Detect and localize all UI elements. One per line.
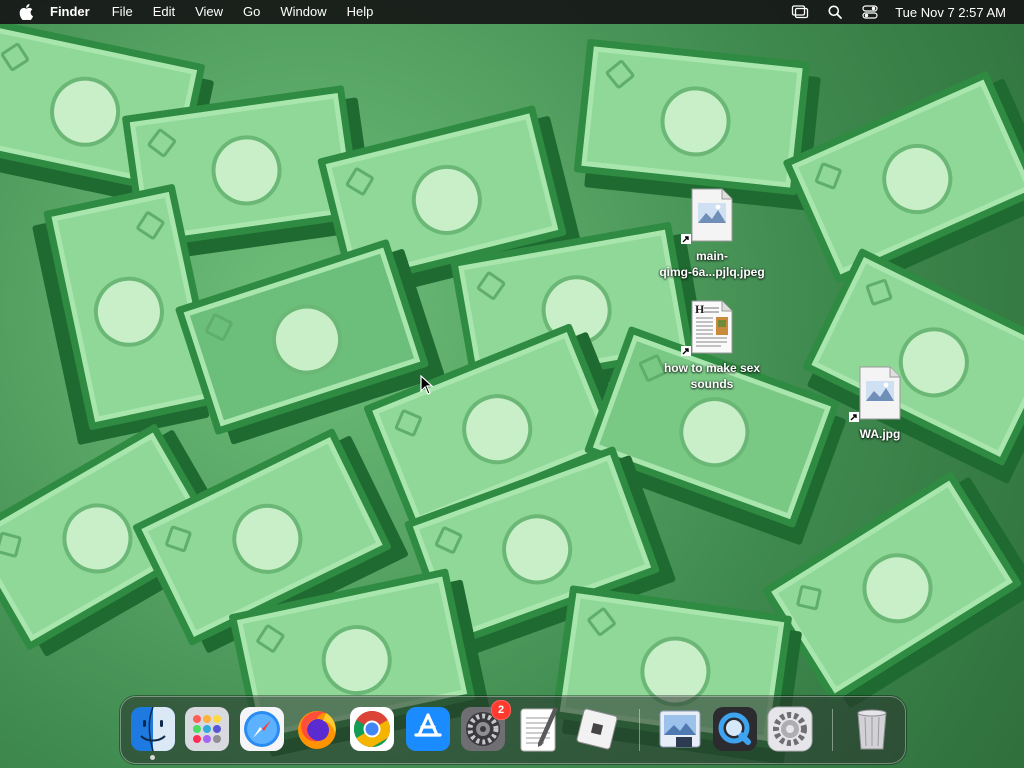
stage-manager-icon[interactable] [791,4,809,20]
menu-go[interactable]: Go [243,0,260,24]
running-indicator [150,755,155,760]
system-settings-icon [767,706,813,752]
roblox-icon [576,708,618,750]
dock-item-system-preferences[interactable]: 2 [459,700,511,753]
quicktime-icon [713,707,757,751]
file-name-text: how to make sex sounds [663,361,761,391]
mouse-pointer-icon [420,374,434,400]
apple-menu-icon[interactable] [18,4,34,20]
desktop-file-main-qimg-jpeg[interactable]: main- qimg-6a...pjlq.jpeg [652,188,772,280]
menu-edit[interactable]: Edit [153,0,175,24]
jpeg-file-icon [681,188,733,244]
alias-arrow-icon [681,234,691,244]
dock-item-quicktime[interactable] [711,705,759,753]
dock-item-roblox[interactable] [573,705,621,753]
chrome-icon [350,707,394,751]
textedit-icon [520,707,558,752]
dock-item-preview[interactable] [656,705,704,753]
menu-file[interactable]: File [112,0,133,24]
desktop-file-label: WA.jpg [820,426,940,442]
menu-view[interactable]: View [195,0,223,24]
dock-item-chrome[interactable] [348,705,396,753]
menu-help[interactable]: Help [347,0,374,24]
spotlight-search-icon[interactable] [826,4,844,20]
menu-bar-clock[interactable]: Tue Nov 7 2:57 AM [895,5,1006,20]
desktop-file-label: main- qimg-6a...pjlq.jpeg [652,248,772,280]
dock-item-safari[interactable] [238,705,286,753]
alias-arrow-icon [681,346,691,356]
dock-item-system-settings[interactable] [766,705,814,753]
dock-item-finder[interactable] [129,705,177,760]
wallpaper-bill [573,38,811,196]
menu-app-name[interactable]: Finder [50,0,90,24]
file-name-text: main- qimg-6a...pjlq.jpeg [659,249,765,279]
dock-item-app-store[interactable] [404,705,452,753]
launchpad-icon [185,707,229,751]
dock-item-textedit[interactable] [514,705,562,753]
desktop-file-wa-jpg[interactable]: WA.jpg [820,366,940,442]
dock-item-launchpad[interactable] [183,705,231,753]
dock-separator [832,709,833,751]
svg-text:H: H [695,302,705,316]
alias-arrow-icon [849,412,859,422]
app-store-icon [406,707,450,751]
desktop-file-how-to-make-sex-sounds[interactable]: H how to make sex sounds [652,300,772,392]
menu-bar-status-area: Tue Nov 7 2:57 AM [774,0,1006,24]
desktop-file-label: how to make sex sounds [652,360,772,392]
jpg-file-icon [849,366,901,422]
notification-badge: 2 [491,700,511,720]
preview-icon [659,710,701,748]
dock-separator [639,709,640,751]
menu-window[interactable]: Window [280,0,326,24]
dock-item-firefox[interactable] [293,705,341,753]
menu-bar: Finder File Edit View Go Window Help Tue… [0,0,1024,24]
dock-item-trash[interactable] [848,705,896,753]
firefox-icon [298,711,336,749]
wallpaper-bill [782,70,1024,284]
file-name-text: WA.jpg [859,427,901,441]
menu-bar-left: Finder File Edit View Go Window Help [0,0,393,24]
finder-icon [131,706,175,752]
safari-icon [240,707,284,751]
control-center-icon[interactable] [861,4,879,20]
trash-icon [857,709,887,750]
document-file-icon: H [681,300,733,356]
dock: 2 [120,696,906,764]
